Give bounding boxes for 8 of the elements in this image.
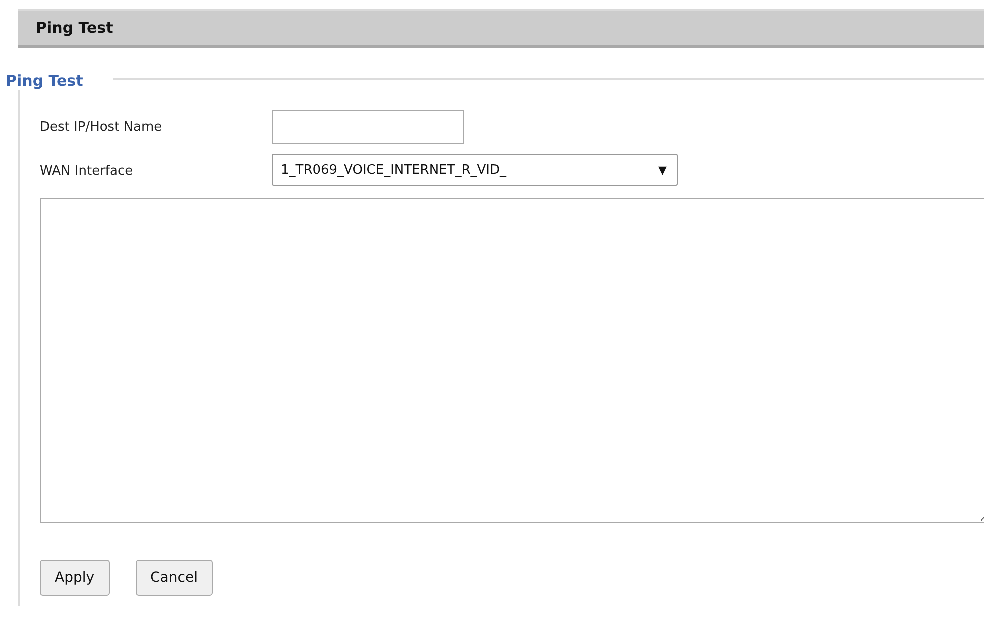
field-label: WAN Interface xyxy=(40,164,134,178)
input-field[interactable] xyxy=(272,110,464,144)
form-button[interactable]: Cancel xyxy=(136,560,213,596)
section-title: Ping Test xyxy=(6,72,84,90)
dropdown[interactable]: 1_TR069_VOICE_INTERNET_R_VID_ ▼ xyxy=(272,154,678,186)
page-title: Ping Test xyxy=(36,19,114,37)
field-label: Dest IP/Host Name xyxy=(40,120,164,134)
form-button[interactable]: Apply xyxy=(40,560,110,596)
